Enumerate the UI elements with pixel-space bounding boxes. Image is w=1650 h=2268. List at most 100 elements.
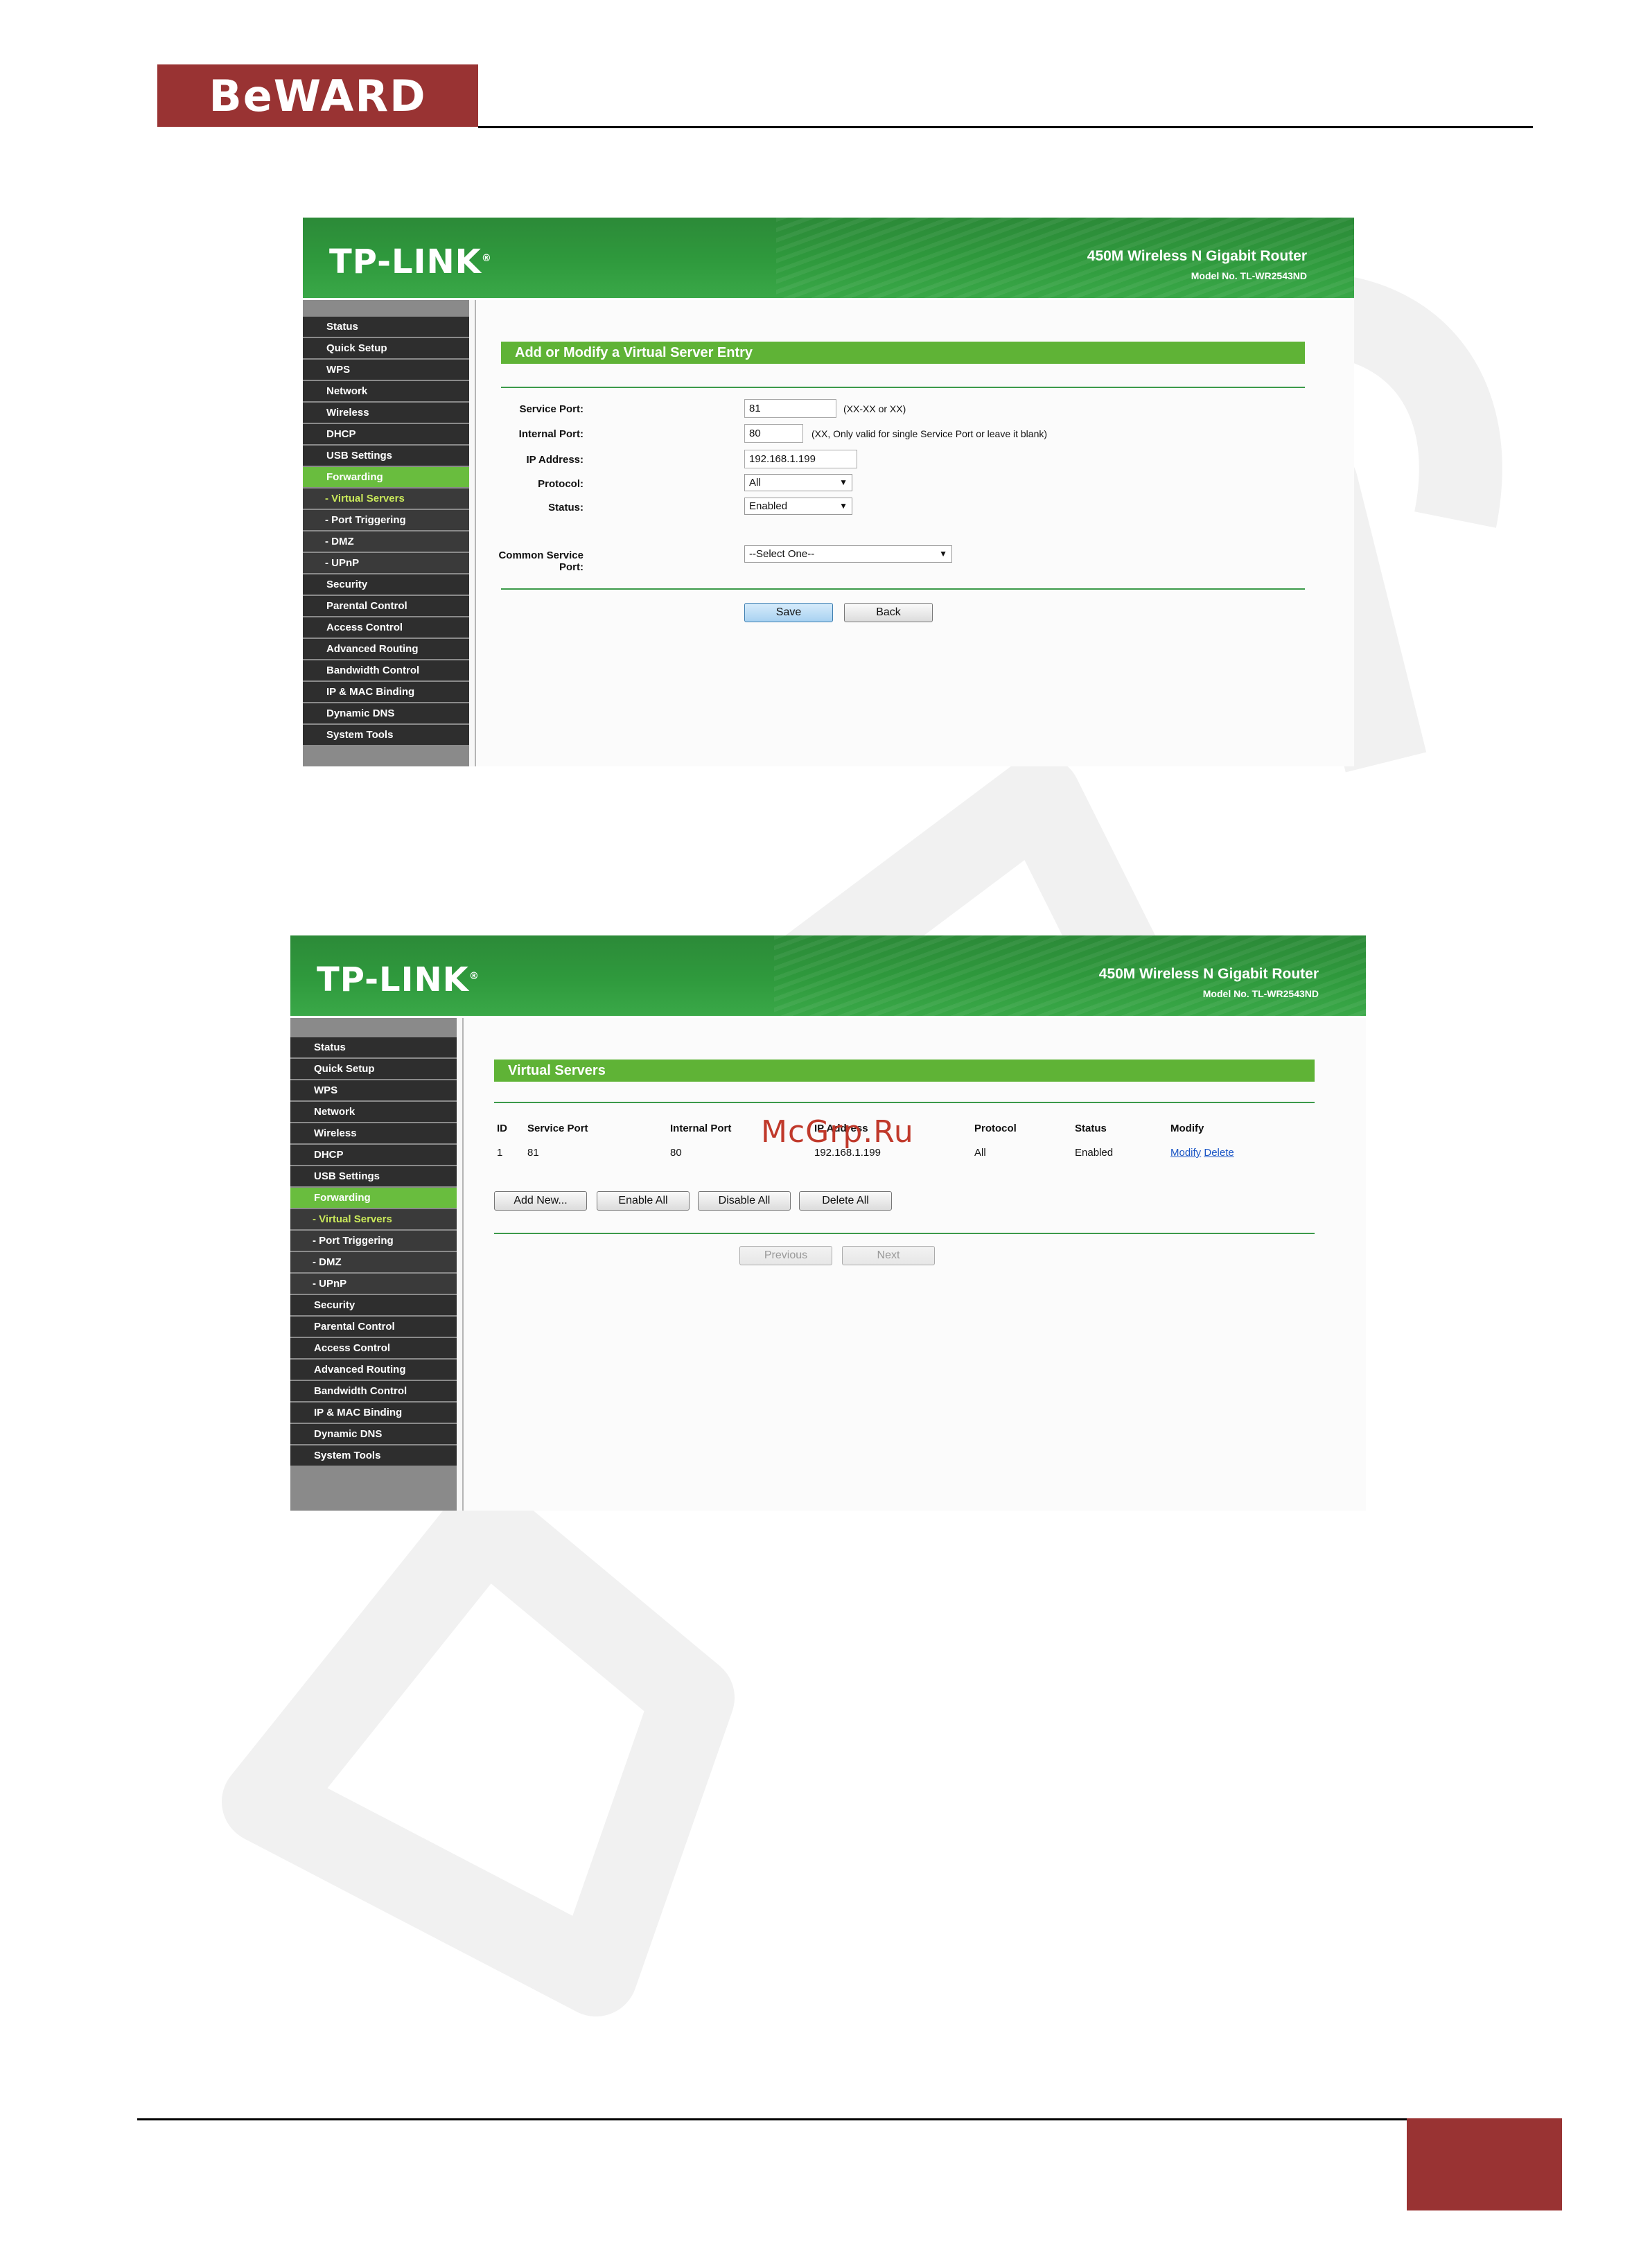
sidebar-item-dmz[interactable]: - DMZ	[290, 1252, 457, 1272]
sidebar-item-advanced-routing[interactable]: Advanced Routing	[290, 1360, 457, 1380]
sidebar-item-dmz[interactable]: - DMZ	[303, 531, 469, 552]
sidebar-item-status[interactable]: Status	[290, 1037, 457, 1057]
sidebar-item-virtual-servers[interactable]: - Virtual Servers	[303, 489, 469, 509]
router-form-screenshot: TP-LINK® 450M Wireless N Gigabit Router …	[303, 218, 1354, 766]
model-number: Model No. TL-WR2543ND	[1191, 270, 1307, 281]
col-header-internal-port: Internal Port	[670, 1123, 732, 1134]
beward-logo-text: BeWARD	[209, 70, 427, 121]
service-port-label: Service Port:	[519, 403, 583, 415]
internal-port-input[interactable]: 80	[744, 424, 803, 443]
sidebar-item-virtual-servers[interactable]: - Virtual Servers	[290, 1209, 457, 1229]
cell-status: Enabled	[1075, 1147, 1114, 1159]
sidebar-item-quick-setup[interactable]: Quick Setup	[290, 1059, 457, 1079]
sidebar-item-dynamic-dns[interactable]: Dynamic DNS	[303, 703, 469, 723]
sidebar-item-forwarding[interactable]: Forwarding	[303, 467, 469, 487]
sidebar-item-wireless[interactable]: Wireless	[303, 403, 469, 423]
router-list-screenshot: TP-LINK® 450M Wireless N Gigabit Router …	[290, 935, 1366, 1511]
ip-address-input[interactable]: 192.168.1.199	[744, 450, 857, 468]
modify-link[interactable]: Modify	[1170, 1147, 1201, 1159]
site-watermark: McGrp.Ru	[761, 1114, 914, 1150]
protocol-select-value: All	[749, 477, 761, 489]
sidebar-item-parental-control[interactable]: Parental Control	[303, 596, 469, 616]
sidebar-item-usb-settings[interactable]: USB Settings	[290, 1166, 457, 1186]
sidebar-item-wps[interactable]: WPS	[290, 1080, 457, 1100]
service-port-hint: (XX-XX or XX)	[843, 403, 906, 414]
sidebar-item-upnp[interactable]: - UPnP	[290, 1274, 457, 1294]
sidebar-item-bandwidth-control[interactable]: Bandwidth Control	[290, 1381, 457, 1401]
sidebar-item-system-tools[interactable]: System Tools	[303, 725, 469, 745]
beward-logo: BeWARD	[157, 64, 478, 127]
col-header-status: Status	[1075, 1123, 1107, 1134]
chevron-down-icon: ▼	[839, 477, 848, 487]
sidebar-item-access-control[interactable]: Access Control	[303, 617, 469, 638]
enable-all-button[interactable]: Enable All	[597, 1191, 690, 1211]
content-pane: Virtual Servers ID Service Port Internal…	[462, 1018, 1366, 1511]
sidebar-item-forwarding[interactable]: Forwarding	[290, 1188, 457, 1208]
bottom-rule	[501, 588, 1305, 590]
bottom-rule	[494, 1233, 1315, 1234]
sidebar-item-parental-control[interactable]: Parental Control	[290, 1317, 457, 1337]
chevron-down-icon: ▼	[839, 501, 848, 511]
sidebar: Status Quick Setup WPS Network Wireless …	[290, 1018, 457, 1511]
sidebar-item-network[interactable]: Network	[290, 1102, 457, 1122]
sidebar-item-access-control[interactable]: Access Control	[290, 1338, 457, 1358]
tplink-logo-text: TP-LINK	[329, 243, 482, 281]
sidebar-item-ip-mac-binding[interactable]: IP & MAC Binding	[303, 682, 469, 702]
disable-all-button[interactable]: Disable All	[698, 1191, 791, 1211]
sidebar-item-usb-settings[interactable]: USB Settings	[303, 446, 469, 466]
sidebar-item-system-tools[interactable]: System Tools	[290, 1445, 457, 1466]
cell-internal-port: 80	[670, 1147, 682, 1159]
col-header-service-port: Service Port	[527, 1123, 588, 1134]
sidebar-item-security[interactable]: Security	[290, 1295, 457, 1315]
model-number: Model No. TL-WR2543ND	[1202, 988, 1319, 999]
cell-modify: Modify Delete	[1170, 1147, 1234, 1159]
sidebar-menu: Status Quick Setup WPS Network Wireless …	[303, 317, 469, 746]
router-banner: TP-LINK® 450M Wireless N Gigabit Router …	[290, 935, 1366, 1018]
common-service-port-label: Common Service Port:	[498, 550, 583, 573]
common-service-port-select[interactable]: --Select One-- ▼	[744, 545, 952, 563]
sidebar-item-status[interactable]: Status	[303, 317, 469, 337]
sidebar-item-wps[interactable]: WPS	[303, 360, 469, 380]
sidebar-item-upnp[interactable]: - UPnP	[303, 553, 469, 573]
sidebar-item-dhcp[interactable]: DHCP	[303, 424, 469, 444]
header-rule	[478, 126, 1533, 128]
tplink-logo: TP-LINK®	[317, 960, 480, 999]
service-port-input[interactable]: 81	[744, 399, 836, 418]
save-button[interactable]: Save	[744, 603, 833, 622]
sidebar-item-dhcp[interactable]: DHCP	[290, 1145, 457, 1165]
next-button[interactable]: Next	[842, 1246, 935, 1265]
previous-button[interactable]: Previous	[739, 1246, 832, 1265]
content-pane: Add or Modify a Virtual Server Entry Ser…	[475, 300, 1354, 766]
col-header-id: ID	[497, 1123, 507, 1134]
sidebar-item-dynamic-dns[interactable]: Dynamic DNS	[290, 1424, 457, 1444]
status-label: Status:	[548, 502, 583, 513]
sidebar-item-network[interactable]: Network	[303, 381, 469, 401]
sidebar-item-quick-setup[interactable]: Quick Setup	[303, 338, 469, 358]
top-rule	[494, 1102, 1315, 1103]
back-button[interactable]: Back	[844, 603, 933, 622]
internal-port-label: Internal Port:	[518, 428, 583, 440]
col-header-protocol: Protocol	[974, 1123, 1017, 1134]
section-title: Virtual Servers	[494, 1060, 1315, 1082]
add-new-button[interactable]: Add New...	[494, 1191, 587, 1211]
status-select[interactable]: Enabled ▼	[744, 498, 852, 515]
sidebar-item-advanced-routing[interactable]: Advanced Routing	[303, 639, 469, 659]
protocol-select[interactable]: All ▼	[744, 474, 852, 491]
sidebar-menu: Status Quick Setup WPS Network Wireless …	[290, 1037, 457, 1467]
cell-service-port: 81	[527, 1147, 539, 1159]
sidebar-item-wireless[interactable]: Wireless	[290, 1123, 457, 1143]
delete-all-button[interactable]: Delete All	[799, 1191, 892, 1211]
tplink-logo: TP-LINK®	[329, 243, 492, 281]
common-service-port-value: --Select One--	[749, 548, 815, 560]
cell-id: 1	[497, 1147, 503, 1159]
footer-rule	[137, 2118, 1407, 2120]
sidebar-item-port-triggering[interactable]: - Port Triggering	[290, 1231, 457, 1251]
status-select-value: Enabled	[749, 500, 788, 512]
delete-link[interactable]: Delete	[1204, 1147, 1234, 1159]
sidebar-item-bandwidth-control[interactable]: Bandwidth Control	[303, 660, 469, 680]
sidebar-item-port-triggering[interactable]: - Port Triggering	[303, 510, 469, 530]
tplink-logo-text: TP-LINK	[317, 960, 469, 999]
sidebar-item-ip-mac-binding[interactable]: IP & MAC Binding	[290, 1403, 457, 1423]
col-header-modify: Modify	[1170, 1123, 1204, 1134]
sidebar-item-security[interactable]: Security	[303, 574, 469, 595]
